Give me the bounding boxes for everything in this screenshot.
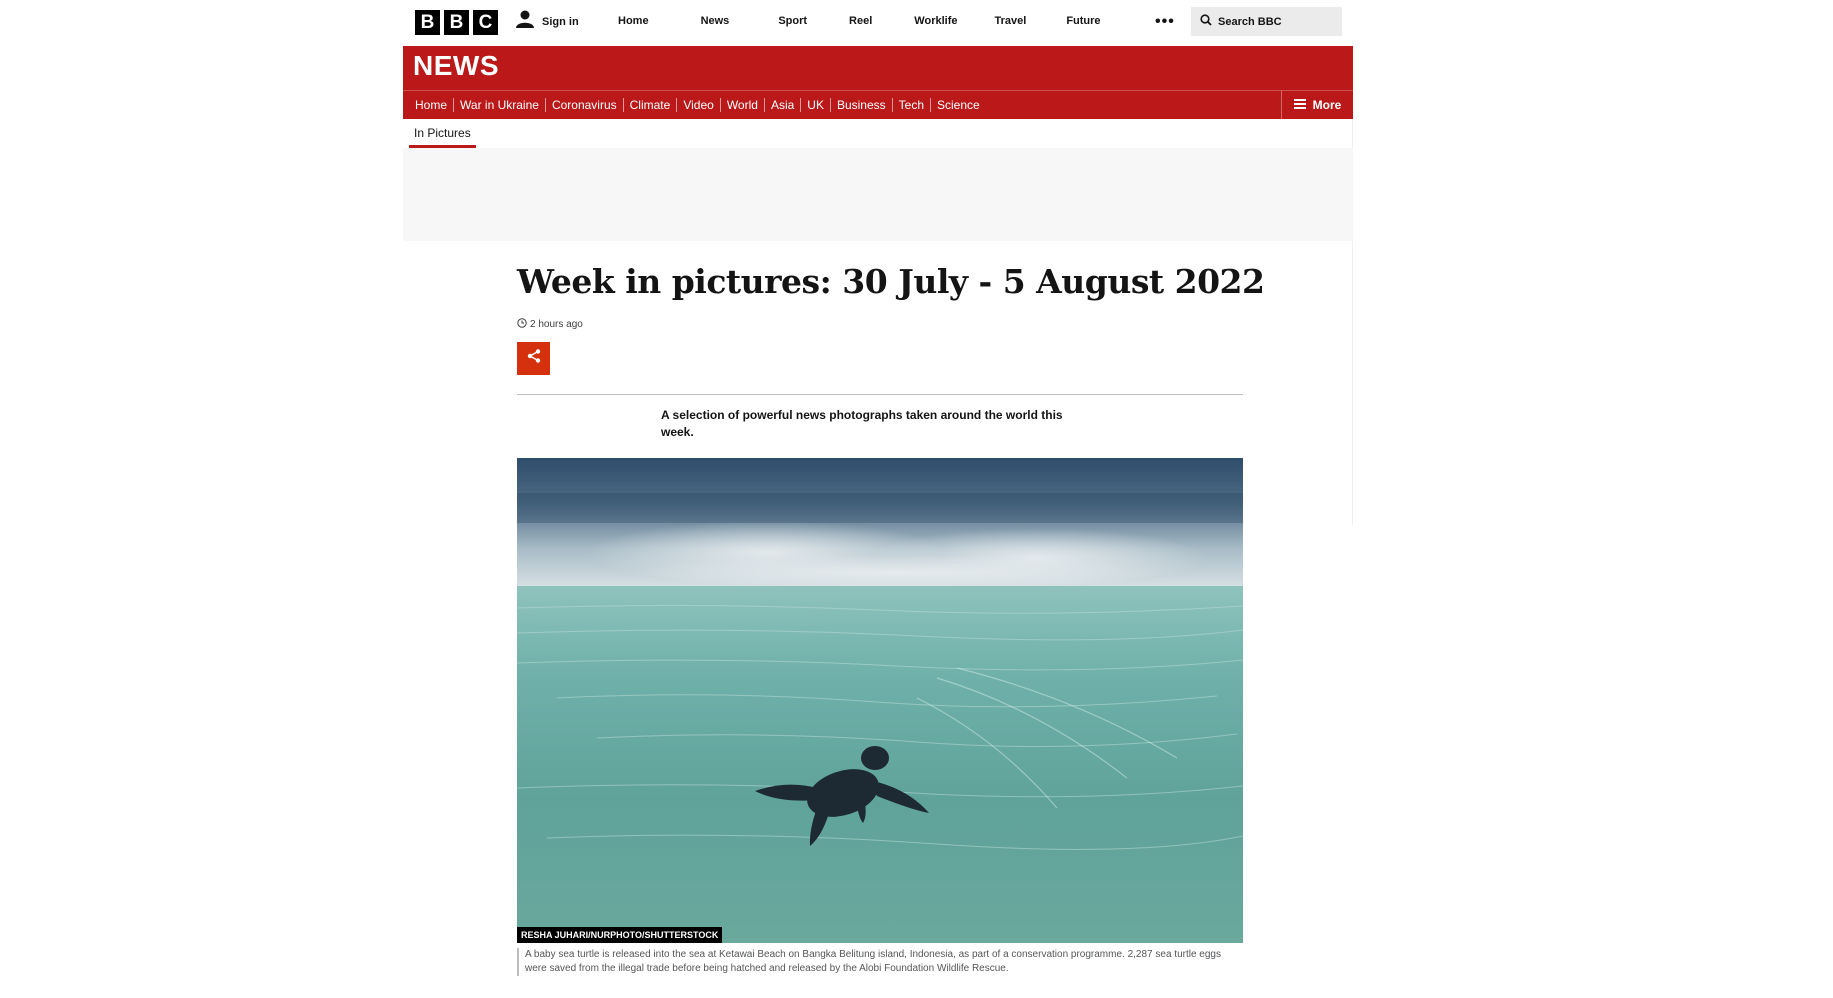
topnav-worklife[interactable]: Worklife xyxy=(914,15,957,27)
article-timestamp: 2 hours ago xyxy=(517,318,583,331)
article-headline: Week in pictures: 30 July - 5 August 202… xyxy=(517,262,1265,301)
news-nav-war-in-ukraine[interactable]: War in Ukraine xyxy=(460,98,539,112)
photo-credit: RESHA JUHARI/NURPHOTO/SHUTTERSTOCK xyxy=(517,927,723,943)
sign-in-button[interactable]: Sign in xyxy=(516,10,579,33)
more-menu-button[interactable]: More xyxy=(1281,91,1353,119)
topnav-home[interactable]: Home xyxy=(618,15,649,27)
nav-separator xyxy=(891,98,893,112)
news-nav-coronavirus[interactable]: Coronavirus xyxy=(552,98,617,112)
nav-separator xyxy=(930,98,932,112)
news-nav-science[interactable]: Science xyxy=(937,98,980,112)
article-divider xyxy=(517,394,1243,395)
secondary-nav: In Pictures xyxy=(409,124,476,150)
bbc-topbar: B B C Sign in Home News Sport Reel Workl… xyxy=(403,0,1353,46)
topnav-future[interactable]: Future xyxy=(1066,15,1100,27)
nav-separator xyxy=(763,98,765,112)
nav-separator xyxy=(800,98,802,112)
nav-separator xyxy=(719,98,721,112)
more-dots-button[interactable]: ••• xyxy=(1155,13,1175,31)
nav-separator xyxy=(453,98,455,112)
bbc-logo[interactable]: B B C xyxy=(415,10,498,35)
article-intro: A selection of powerful news photographs… xyxy=(661,408,1063,439)
photo-caption: A baby sea turtle is released into the s… xyxy=(517,948,1243,976)
hamburger-icon xyxy=(1293,96,1306,114)
search-placeholder: Search BBC xyxy=(1218,15,1282,28)
timestamp-text: 2 hours ago xyxy=(530,319,583,330)
bbc-logo-letter: B xyxy=(415,10,440,35)
news-nav-video[interactable]: Video xyxy=(683,98,713,112)
news-nav-uk[interactable]: UK xyxy=(807,98,824,112)
nav-separator xyxy=(544,98,546,112)
tab-in-pictures[interactable]: In Pictures xyxy=(409,124,476,148)
topnav-reel[interactable]: Reel xyxy=(849,15,872,27)
share-icon xyxy=(527,349,541,368)
article-photo-sea-turtle: RESHA JUHARI/NURPHOTO/SHUTTERSTOCK xyxy=(517,458,1243,943)
topnav-travel[interactable]: Travel xyxy=(995,15,1027,27)
bbc-logo-letter: B xyxy=(444,10,469,35)
more-label: More xyxy=(1312,98,1342,112)
sign-in-label: Sign in xyxy=(542,15,579,28)
share-button[interactable] xyxy=(517,342,550,375)
topnav-sport[interactable]: Sport xyxy=(778,15,807,27)
bbc-top-nav: Home News Sport Reel Worklife Travel Fut… xyxy=(618,0,1101,42)
news-nav: Home War in Ukraine Coronavirus Climate … xyxy=(403,91,980,119)
ad-placeholder xyxy=(403,148,1353,241)
nav-separator xyxy=(622,98,624,112)
nav-separator xyxy=(676,98,678,112)
article-header: Week in pictures: 30 July - 5 August 202… xyxy=(517,262,1265,439)
news-brand-title[interactable]: NEWS xyxy=(413,50,499,82)
user-icon xyxy=(516,10,534,33)
news-nav-world[interactable]: World xyxy=(727,98,758,112)
search-bbc-input[interactable]: Search BBC xyxy=(1191,7,1342,36)
news-nav-climate[interactable]: Climate xyxy=(630,98,671,112)
bbc-logo-letter: C xyxy=(473,10,498,35)
news-nav-tech[interactable]: Tech xyxy=(899,98,924,112)
news-nav-home[interactable]: Home xyxy=(415,98,447,112)
news-header: NEWS Home War in Ukraine Coronavirus Cli… xyxy=(403,46,1353,119)
news-nav-business[interactable]: Business xyxy=(837,98,886,112)
nav-separator xyxy=(829,98,831,112)
news-nav-asia[interactable]: Asia xyxy=(771,98,794,112)
search-icon xyxy=(1200,13,1212,31)
clock-icon xyxy=(517,318,527,331)
topnav-news[interactable]: News xyxy=(701,15,730,27)
